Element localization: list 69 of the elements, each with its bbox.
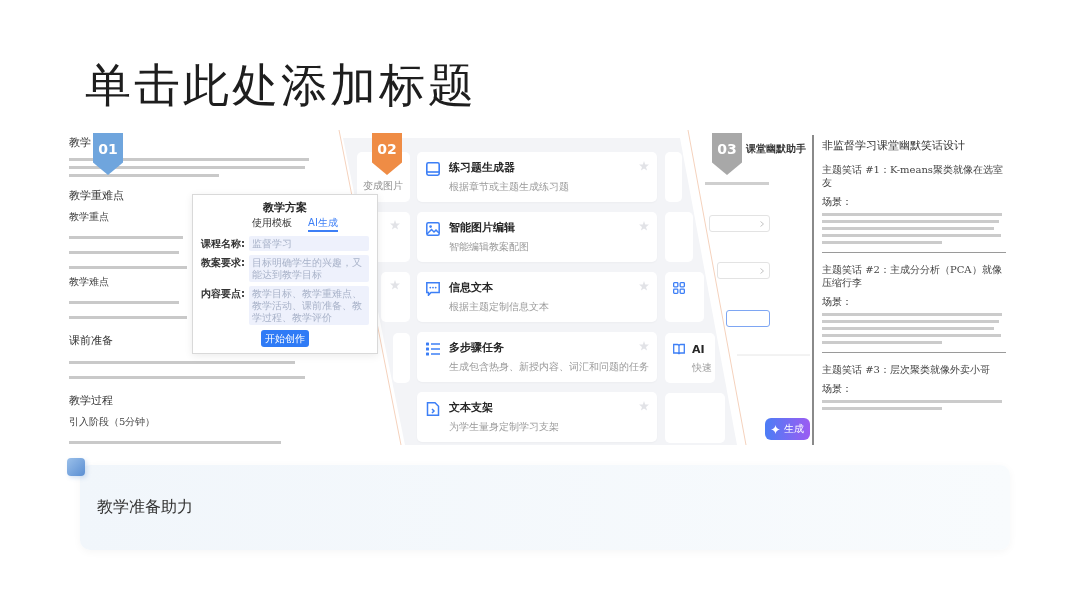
message-icon <box>426 282 440 296</box>
card-text: 教学准备助力 <box>97 497 193 518</box>
section-heading: 教学过程 <box>69 393 113 409</box>
slide-title: 单击此处添加标题 <box>85 57 477 114</box>
star-icon[interactable] <box>639 401 649 411</box>
sparkle-icon <box>771 424 780 434</box>
joke-heading: 主题笑话 #1：K-means聚类就像在选室友 <box>822 163 1004 189</box>
card-title: AI <box>692 343 706 356</box>
card-title: 智能图片编辑 <box>449 221 515 235</box>
card-title: 文本支架 <box>449 401 493 415</box>
card-title: 信息文本 <box>449 281 493 295</box>
star-icon[interactable] <box>639 341 649 351</box>
card-description: 变成图片 <box>363 180 403 192</box>
star-icon[interactable] <box>390 220 400 230</box>
open-book-icon <box>673 343 685 355</box>
select-field[interactable] <box>709 215 770 232</box>
square-icon <box>67 458 85 476</box>
card-description: 根据章节或主题生成练习题 <box>449 180 570 193</box>
section-heading: 课前准备 <box>69 333 113 349</box>
tool-card[interactable]: AI 快速 <box>665 333 715 383</box>
form-title: 课堂幽默助手 <box>746 142 806 155</box>
book-icon <box>426 162 440 176</box>
card-title: 练习题生成器 <box>449 161 515 175</box>
dialog-title: 教学方案 <box>262 201 308 214</box>
field-label: 内容要点: <box>201 287 245 301</box>
tool-card[interactable]: 多步骤任务 生成包含热身、新授内容、词汇和问题的任务 <box>417 332 657 382</box>
section-heading: 教学 <box>69 135 91 151</box>
scene-label: 场景： <box>822 382 853 395</box>
card-title: 多步骤任务 <box>449 341 504 355</box>
card-description: 生成包含热身、新授内容、词汇和问题的任务 <box>449 360 649 373</box>
card-description: 智能编辑教案配图 <box>449 240 530 253</box>
joke-heading: 主题笑话 #3：层次聚类就像外卖小哥 <box>822 363 991 376</box>
document-title: 非监督学习课堂幽默笑话设计 <box>822 138 966 153</box>
text-field[interactable] <box>726 310 770 327</box>
star-icon[interactable] <box>639 281 649 291</box>
number-tag: 03 <box>712 133 742 175</box>
start-button[interactable]: 开始创作 <box>261 330 309 347</box>
subsection-heading: 引入阶段（5分钟） <box>69 415 156 429</box>
select-field[interactable] <box>717 262 770 279</box>
tool-card[interactable]: 文本支架 为学生量身定制学习支架 <box>417 392 657 442</box>
subsection-heading: 教学难点 <box>69 275 109 289</box>
tool-card[interactable]: 练习题生成器 根据章节或主题生成练习题 <box>417 152 657 202</box>
card-description: 快速 <box>692 362 712 374</box>
tab[interactable]: AI生成 <box>308 216 338 232</box>
tool-card[interactable]: 智能图片编辑 智能编辑教案配图 <box>417 212 657 262</box>
field-label: 课程名称: <box>201 237 245 251</box>
tab[interactable]: 使用模板 <box>252 216 293 232</box>
grid-icon <box>673 282 685 294</box>
section-heading: 教学重难点 <box>69 188 124 204</box>
scene-label: 场景： <box>822 195 853 208</box>
subsection-heading: 教学重点 <box>69 210 109 224</box>
card-description: 为学生量身定制学习支架 <box>449 420 560 433</box>
card-description: 根据主题定制信息文本 <box>449 300 550 313</box>
star-icon[interactable] <box>639 161 649 171</box>
star-icon[interactable] <box>639 221 649 231</box>
generate-button[interactable]: 生成 <box>765 418 810 440</box>
joke-heading: 主题笑话 #2：主成分分析（PCA）就像压缩行李 <box>822 263 1003 289</box>
image-icon <box>426 222 440 236</box>
number-tag: 01 <box>93 133 123 175</box>
document-icon <box>426 402 440 416</box>
tool-card[interactable] <box>665 272 704 322</box>
star-icon[interactable] <box>390 280 400 290</box>
text-line-drawing <box>705 182 769 185</box>
field-label: 教案要求: <box>201 256 245 270</box>
tool-card[interactable]: 信息文本 根据主题定制信息文本 <box>417 272 657 322</box>
chevron-icon <box>760 267 764 274</box>
list-icon <box>426 342 440 356</box>
chevron-icon <box>760 220 764 227</box>
scene-label: 场景： <box>822 295 853 308</box>
